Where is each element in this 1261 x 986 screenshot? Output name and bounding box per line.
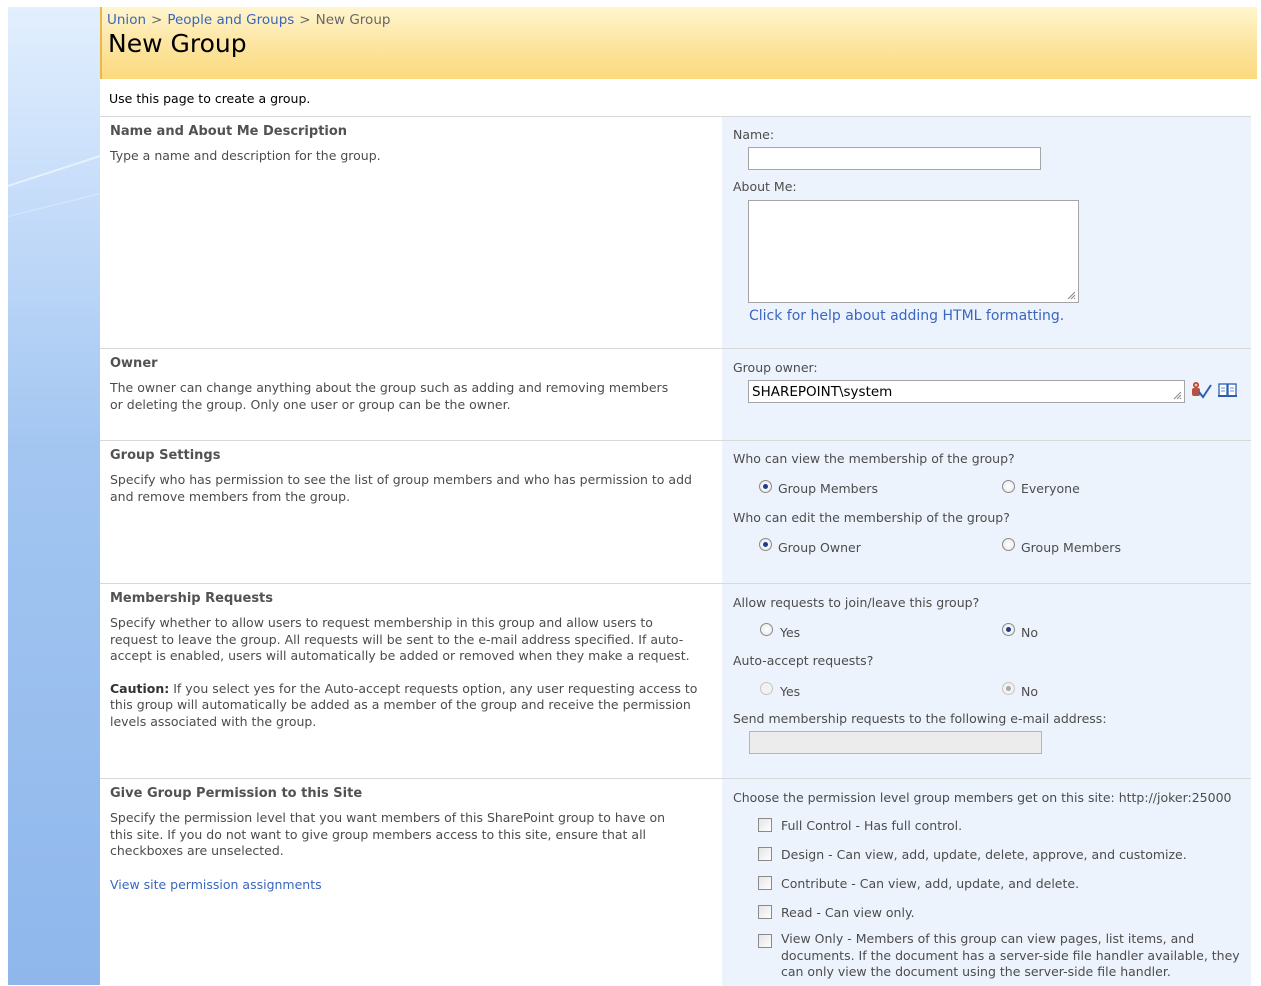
html-formatting-help-link[interactable]: Click for help about adding HTML formatt… [749,308,1064,324]
section-title: Name and About Me Description [110,124,348,139]
view-everyone-radio[interactable] [1002,480,1015,493]
contribute-label: Contribute - Can view, add, update, and … [781,876,1080,891]
edit-group-owner-label: Group Owner [778,540,861,555]
section-title: Group Settings [110,448,221,463]
full-control-label: Full Control - Has full control. [781,818,963,833]
name-label: Name: [733,127,775,142]
allow-requests-yes-radio[interactable] [760,623,773,636]
section-description-area: Name and About Me Description Type a nam… [100,116,722,349]
view-only-checkbox[interactable] [758,934,772,948]
auto-accept-yes-radio[interactable] [760,682,773,695]
address-book-icon[interactable] [1218,382,1238,398]
breadcrumb-current: New Group [315,12,391,28]
about-me-textarea[interactable] [748,200,1079,303]
name-input[interactable] [748,147,1041,170]
section-description-area: Owner The owner can change anything abou… [100,348,722,441]
read-checkbox[interactable] [758,905,772,919]
section-description-area: Membership Requests Specify whether to a… [100,583,722,779]
section-title: Give Group Permission to this Site [110,786,363,801]
page-title: New Group [108,29,247,58]
group-owner-value: SHAREPOINT\system [752,384,893,400]
membership-requests-description: Specify whether to allow users to reques… [110,615,690,663]
auto-accept-no-label: No [1021,684,1038,699]
edit-group-members-radio[interactable] [1002,538,1015,551]
section-title: Owner [110,356,158,371]
section-title: Membership Requests [110,591,274,606]
section-description: Specify the permission level that you wa… [110,810,666,858]
resize-grip-icon[interactable] [1066,290,1076,300]
section-description: Specify who has permission to see the li… [110,472,692,504]
breadcrumb-people-and-groups-link[interactable]: People and Groups [167,12,294,28]
auto-accept-no-radio[interactable] [1002,682,1015,695]
design-checkbox[interactable] [758,847,772,861]
about-me-label: About Me: [733,179,797,194]
breadcrumb-separator: > [151,12,163,28]
allow-requests-no-label: No [1021,625,1038,640]
page-intro: Use this page to create a group. [109,91,311,106]
breadcrumb-separator: > [299,12,311,28]
section-description-area: Group Settings Specify who has permissio… [100,440,722,584]
view-membership-question: Who can view the membership of the group… [733,451,1015,466]
section-description-area: Give Group Permission to this Site Speci… [100,778,722,986]
group-owner-input[interactable]: SHAREPOINT\system [748,380,1185,403]
breadcrumb-site-link[interactable]: Union [107,12,146,28]
resize-grip-icon[interactable] [1172,390,1182,400]
view-site-permission-assignments-link[interactable]: View site permission assignments [110,877,322,892]
left-navigation-bar [8,7,100,985]
allow-requests-question: Allow requests to join/leave this group? [733,595,980,610]
read-label: Read - Can view only. [781,905,915,920]
permission-level-prompt: Choose the permission level group member… [733,790,1232,805]
auto-accept-yes-label: Yes [780,684,801,699]
edit-group-owner-radio[interactable] [759,538,772,551]
section-group-settings: Group Settings Specify who has permissio… [100,440,1251,584]
caution-label: Caution: [110,680,170,696]
section-description: Specify whether to allow users to reques… [110,615,700,746]
group-owner-label: Group owner: [733,360,818,375]
contribute-checkbox[interactable] [758,876,772,890]
section-description: The owner can change anything about the … [110,380,669,412]
design-label: Design - Can view, add, update, delete, … [781,847,1187,862]
auto-accept-question: Auto-accept requests? [733,653,874,668]
section-description: Type a name and description for the grou… [110,148,381,163]
edit-group-members-label: Group Members [1021,540,1121,555]
breadcrumb: Union > People and Groups > New Group [107,12,390,28]
allow-requests-yes-label: Yes [780,625,801,640]
allow-requests-no-radio[interactable] [1002,623,1015,636]
caution-note: Caution: If you select yes for the Auto-… [110,681,700,731]
request-email-input[interactable] [749,731,1042,754]
section-membership-requests: Membership Requests Specify whether to a… [100,583,1251,779]
view-group-members-label: Group Members [778,481,878,496]
view-group-members-radio[interactable] [759,480,772,493]
page-title-area: Union > People and Groups > New Group New Gr… [100,7,1257,79]
view-everyone-label: Everyone [1021,481,1080,496]
full-control-checkbox[interactable] [758,818,772,832]
view-only-label: View Only - Members of this group can vi… [781,931,1240,979]
check-names-icon[interactable] [1190,381,1212,399]
caution-text: If you select yes for the Auto-accept re… [110,680,698,729]
email-address-label: Send membership requests to the followin… [733,711,1107,726]
edit-membership-question: Who can edit the membership of the group… [733,510,1010,525]
